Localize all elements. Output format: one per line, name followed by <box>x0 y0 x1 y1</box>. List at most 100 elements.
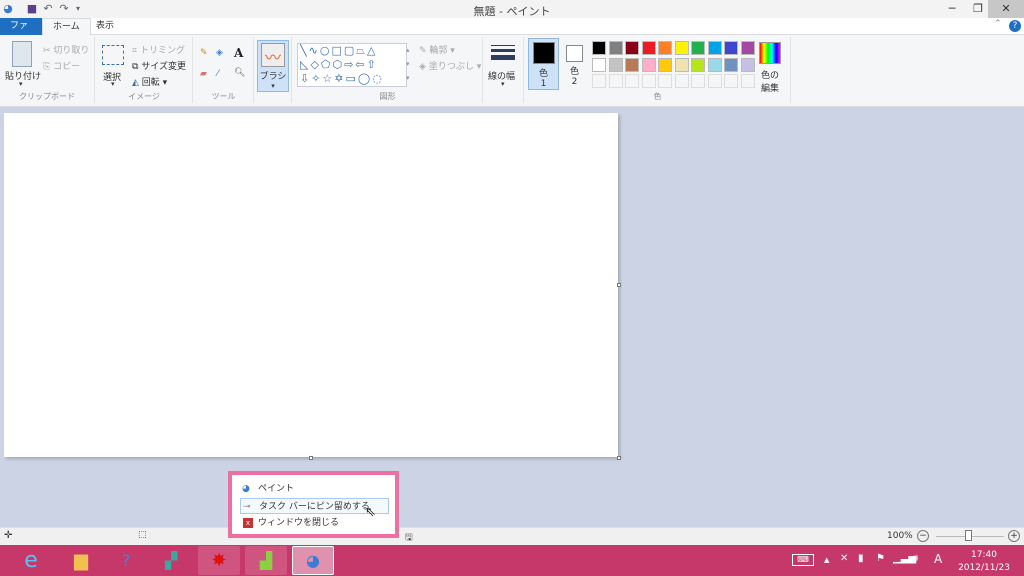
tools-label: ツール <box>211 92 236 101</box>
color-swatch[interactable] <box>740 41 755 55</box>
image-label: イメージ <box>128 92 160 101</box>
clock[interactable]: 17:40 2012/11/23 <box>953 549 1015 575</box>
minimize-button[interactable]: ─ <box>938 0 966 18</box>
volume-icon[interactable]: 🔊︎ <box>912 553 918 564</box>
color-swatch[interactable] <box>724 57 738 72</box>
taskbar-app-icon[interactable]: ▞ <box>150 546 192 575</box>
color-swatch[interactable] <box>674 57 689 72</box>
fill-button[interactable]: ◈ 塗りつぶし ▾ <box>419 59 481 72</box>
color-swatch[interactable] <box>641 57 656 72</box>
crop-button[interactable]: ⌗ トリミング <box>132 43 185 56</box>
color-swatch[interactable] <box>740 57 755 72</box>
show-hidden-icons[interactable]: ▲ <box>824 556 829 564</box>
zoom-in-button[interactable]: + <box>1008 530 1020 542</box>
color-swatch[interactable] <box>724 41 738 55</box>
color-swatch[interactable] <box>608 41 623 55</box>
taskbar-file-explorer-icon[interactable]: ▆ <box>60 546 102 575</box>
clipboard-label: クリップボード <box>19 92 75 101</box>
taskbar: e ▆ ? ▞ ✸ ▟ ◕ ⌨ ▲ ✕ ▮ ⚑ ▁▃▅ 🔊︎ A 17:40 20… <box>0 545 1024 576</box>
taskbar-help-icon[interactable]: ? <box>105 546 147 575</box>
tab-file[interactable]: ファイル <box>0 18 42 48</box>
resize-button[interactable]: ⧉ サイズ変更 <box>132 59 186 72</box>
custom-color-slot[interactable] <box>724 74 738 88</box>
clipboard-group: 貼り付け ▾ ✂ 切り取り ⎘ コピー クリップボード <box>0 37 95 103</box>
close-button[interactable]: ✕ <box>988 0 1024 18</box>
edit-colors-icon[interactable] <box>759 42 781 64</box>
minimize-ribbon-icon[interactable]: ⌃ <box>994 19 1002 29</box>
color-swatch[interactable] <box>691 41 705 55</box>
copy-button[interactable]: ⎘ コピー <box>43 59 80 72</box>
text-icon[interactable]: A <box>234 46 243 60</box>
color-swatch[interactable] <box>592 41 606 55</box>
color-swatch[interactable] <box>658 57 672 72</box>
color-swatch[interactable] <box>608 57 623 72</box>
eraser-icon[interactable]: ▰ <box>200 69 207 79</box>
shapes-gallery[interactable]: ╲∿○□▢⏢△ ◺◇⬠⬡⇨⇦⇧ ⇩✧☆✡▭◯◌ <box>297 43 407 87</box>
custom-color-slot[interactable] <box>625 74 639 88</box>
ribbon: 貼り付け ▾ ✂ 切り取り ⎘ コピー クリップボード 選択 ▾ ⌗ トリミング… <box>0 35 1024 107</box>
resize-handle-right[interactable] <box>617 283 621 287</box>
custom-color-slot[interactable] <box>608 74 623 88</box>
shapes-scroll[interactable]: ▴ ▾ ▾ <box>406 43 410 85</box>
color-swatch[interactable] <box>641 41 656 55</box>
custom-color-slot[interactable] <box>691 74 705 88</box>
pin-icon: ⊸ <box>243 502 251 512</box>
taskbar-media-icon[interactable]: ▟ <box>245 546 287 575</box>
paste-dropdown-icon[interactable]: ▾ <box>19 80 23 88</box>
color1-button[interactable]: 色1 <box>528 38 559 90</box>
color-swatch[interactable] <box>707 41 722 55</box>
fill-bucket-icon[interactable]: ◈ <box>216 48 223 58</box>
zoom-out-button[interactable]: − <box>917 530 929 542</box>
ribbon-tabs: ファイル ホーム 表示 ⌃ ? <box>0 18 1024 48</box>
color1-label: 色 <box>538 69 548 79</box>
tab-home[interactable]: ホーム <box>42 18 91 36</box>
tab-view[interactable]: 表示 <box>86 18 124 35</box>
color-swatch[interactable] <box>658 41 672 55</box>
color-swatch[interactable] <box>707 57 722 72</box>
mouse-cursor-icon: ⇖ <box>365 505 376 520</box>
cut-button[interactable]: ✂ 切り取り <box>43 43 89 56</box>
brush-button[interactable]: 〰 ブラシ ▾ <box>257 40 289 92</box>
paste-button[interactable]: 貼り付け <box>5 69 41 82</box>
drawing-canvas[interactable] <box>4 113 618 457</box>
magnifier-icon[interactable]: 🔍︎ <box>234 68 245 78</box>
brush-label: ブラシ <box>259 72 287 82</box>
color-picker-icon[interactable]: ⁄ <box>217 69 219 79</box>
color-swatch[interactable] <box>592 57 606 72</box>
custom-color-slot[interactable] <box>641 74 656 88</box>
tools-group: ✎ ◈ A ▰ ⁄ 🔍︎ ツール <box>194 37 254 103</box>
help-icon[interactable]: ? <box>1009 20 1021 32</box>
custom-color-slot[interactable] <box>658 74 672 88</box>
color2-button[interactable]: 色2 <box>562 38 587 90</box>
network-disconnected-icon[interactable]: ✕ <box>840 553 848 564</box>
size-group[interactable]: 線の幅 ▾ <box>484 37 524 103</box>
select-icon[interactable] <box>102 45 124 65</box>
color-swatch[interactable] <box>625 41 639 55</box>
battery-icon[interactable]: ▮ <box>858 553 864 564</box>
color-swatch[interactable] <box>674 41 689 55</box>
taskbar-game-icon[interactable]: ✸ <box>198 546 240 575</box>
pencil-icon[interactable]: ✎ <box>200 48 208 58</box>
taskbar-internet-explorer-icon[interactable]: e <box>10 546 52 575</box>
custom-color-slot[interactable] <box>740 74 755 88</box>
zoom-slider-thumb[interactable] <box>965 530 972 541</box>
color-swatch[interactable] <box>691 57 705 72</box>
jump-item-paint[interactable]: ◕ ペイント <box>240 481 389 497</box>
custom-color-slot[interactable] <box>674 74 689 88</box>
custom-color-slot[interactable] <box>707 74 722 88</box>
action-center-flag-icon[interactable]: ⚑ <box>876 553 885 564</box>
resize-handle-bottom[interactable] <box>309 456 313 460</box>
color1-num: 1 <box>540 79 547 89</box>
jump-item-label: タスク バーにピン留めする <box>259 502 370 512</box>
ime-indicator[interactable]: A <box>934 552 942 566</box>
color-swatch[interactable] <box>625 57 639 72</box>
outline-button[interactable]: ✎ 輪郭 ▾ <box>419 43 455 56</box>
select-dropdown-icon[interactable]: ▾ <box>111 80 115 88</box>
jump-item-label: ウィンドウを閉じる <box>258 518 340 528</box>
touch-keyboard-icon[interactable]: ⌨ <box>792 554 814 566</box>
custom-color-slot[interactable] <box>592 74 606 88</box>
resize-handle-corner[interactable] <box>617 456 621 460</box>
paste-icon[interactable] <box>12 41 32 67</box>
taskbar-paint-icon[interactable]: ◕ <box>292 546 334 575</box>
rotate-button[interactable]: ◭ 回転 ▾ <box>132 75 167 88</box>
